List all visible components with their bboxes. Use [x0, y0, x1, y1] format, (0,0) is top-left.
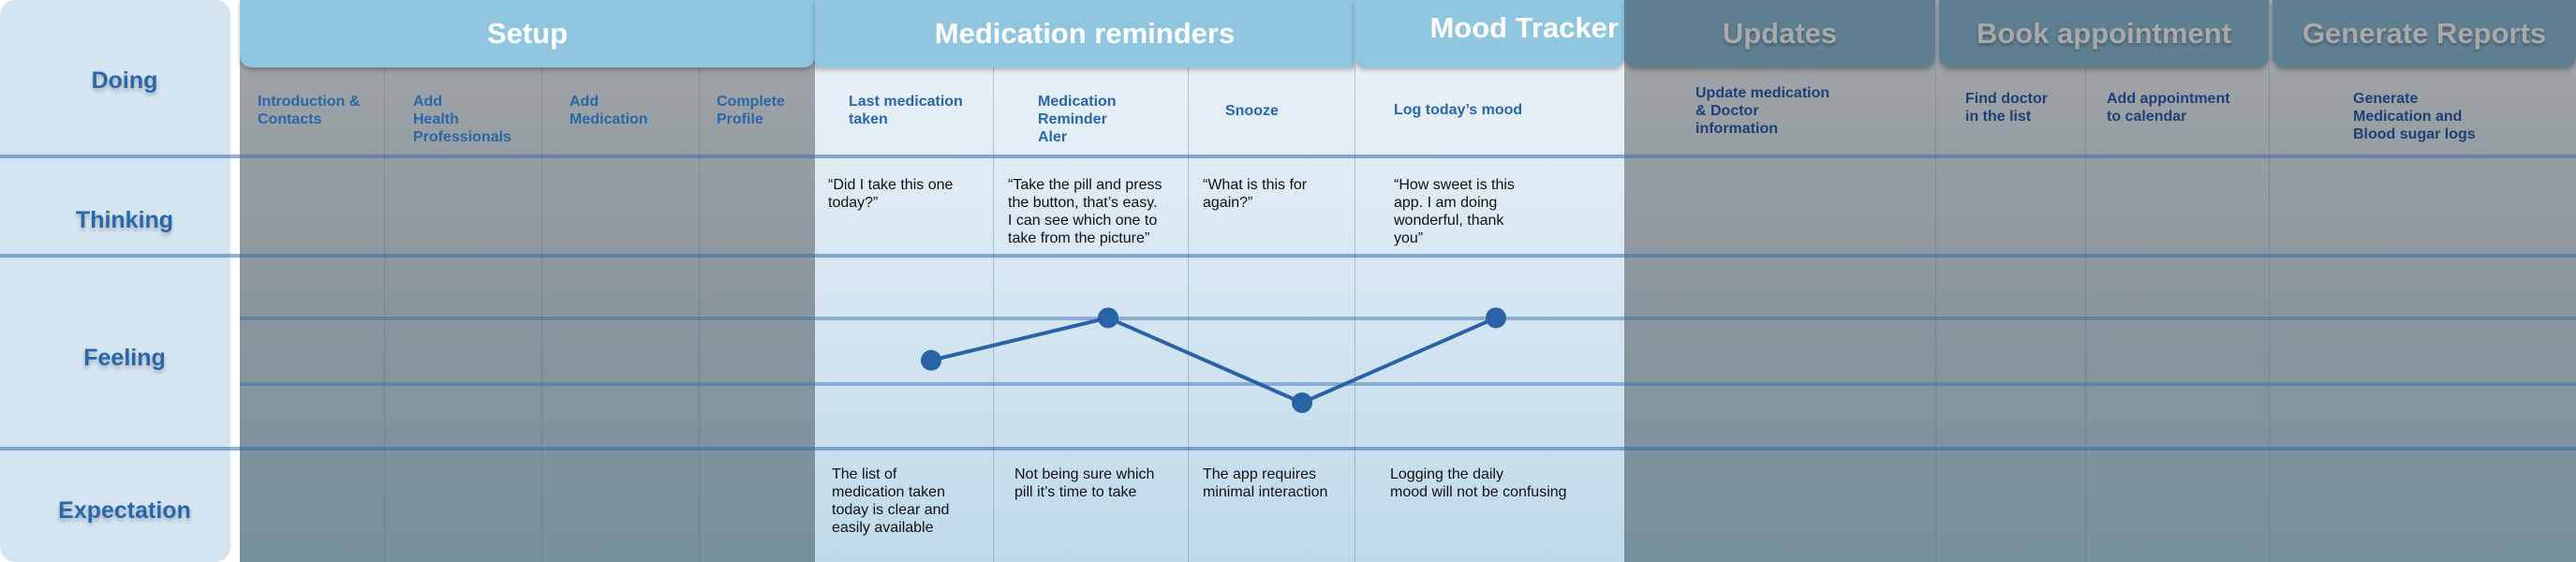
feeling-point	[1292, 392, 1312, 413]
feeling-point	[921, 349, 941, 371]
expectation-log-mood: Logging the daily mood will not be confu…	[1390, 466, 1567, 500]
expectation-last-taken: The list of medication taken today is cl…	[832, 466, 950, 536]
feeling-line	[930, 316, 1497, 406]
feeling-point	[1098, 307, 1118, 329]
expectation-reminder: Not being sure which pill it’s time to t…	[1014, 466, 1155, 500]
feeling-point	[1486, 307, 1506, 329]
expectation-snooze: The app requires minimal interaction	[1203, 466, 1328, 500]
